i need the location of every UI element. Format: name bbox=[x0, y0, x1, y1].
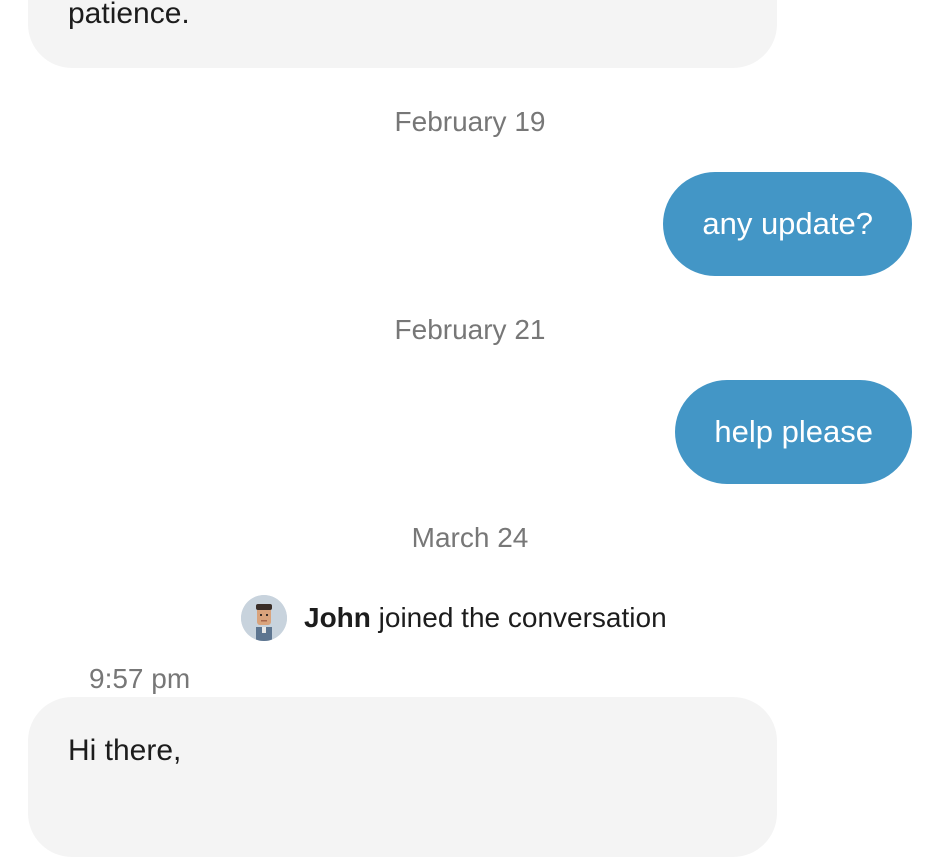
participant-name: John bbox=[304, 602, 371, 633]
message-text: Hi there, bbox=[68, 734, 182, 767]
message-timestamp: 9:57 pm bbox=[89, 663, 191, 694]
date-separator: February 19 bbox=[394, 106, 546, 137]
date-separator: February 21 bbox=[394, 314, 546, 345]
date-separator: March 24 bbox=[411, 522, 529, 553]
incoming-message-bubble: Hi there, bbox=[28, 697, 777, 857]
outgoing-message-bubble: any update? bbox=[663, 172, 912, 276]
agent-avatar-icon bbox=[241, 595, 287, 641]
join-action-text: joined the conversation bbox=[370, 602, 667, 633]
join-text: John joined the conversation bbox=[304, 602, 667, 634]
message-text: patience. bbox=[68, 0, 190, 30]
incoming-message-bubble: patience. bbox=[28, 0, 777, 68]
join-notice: John joined the conversation bbox=[241, 595, 667, 641]
outgoing-message-bubble: help please bbox=[675, 380, 912, 484]
